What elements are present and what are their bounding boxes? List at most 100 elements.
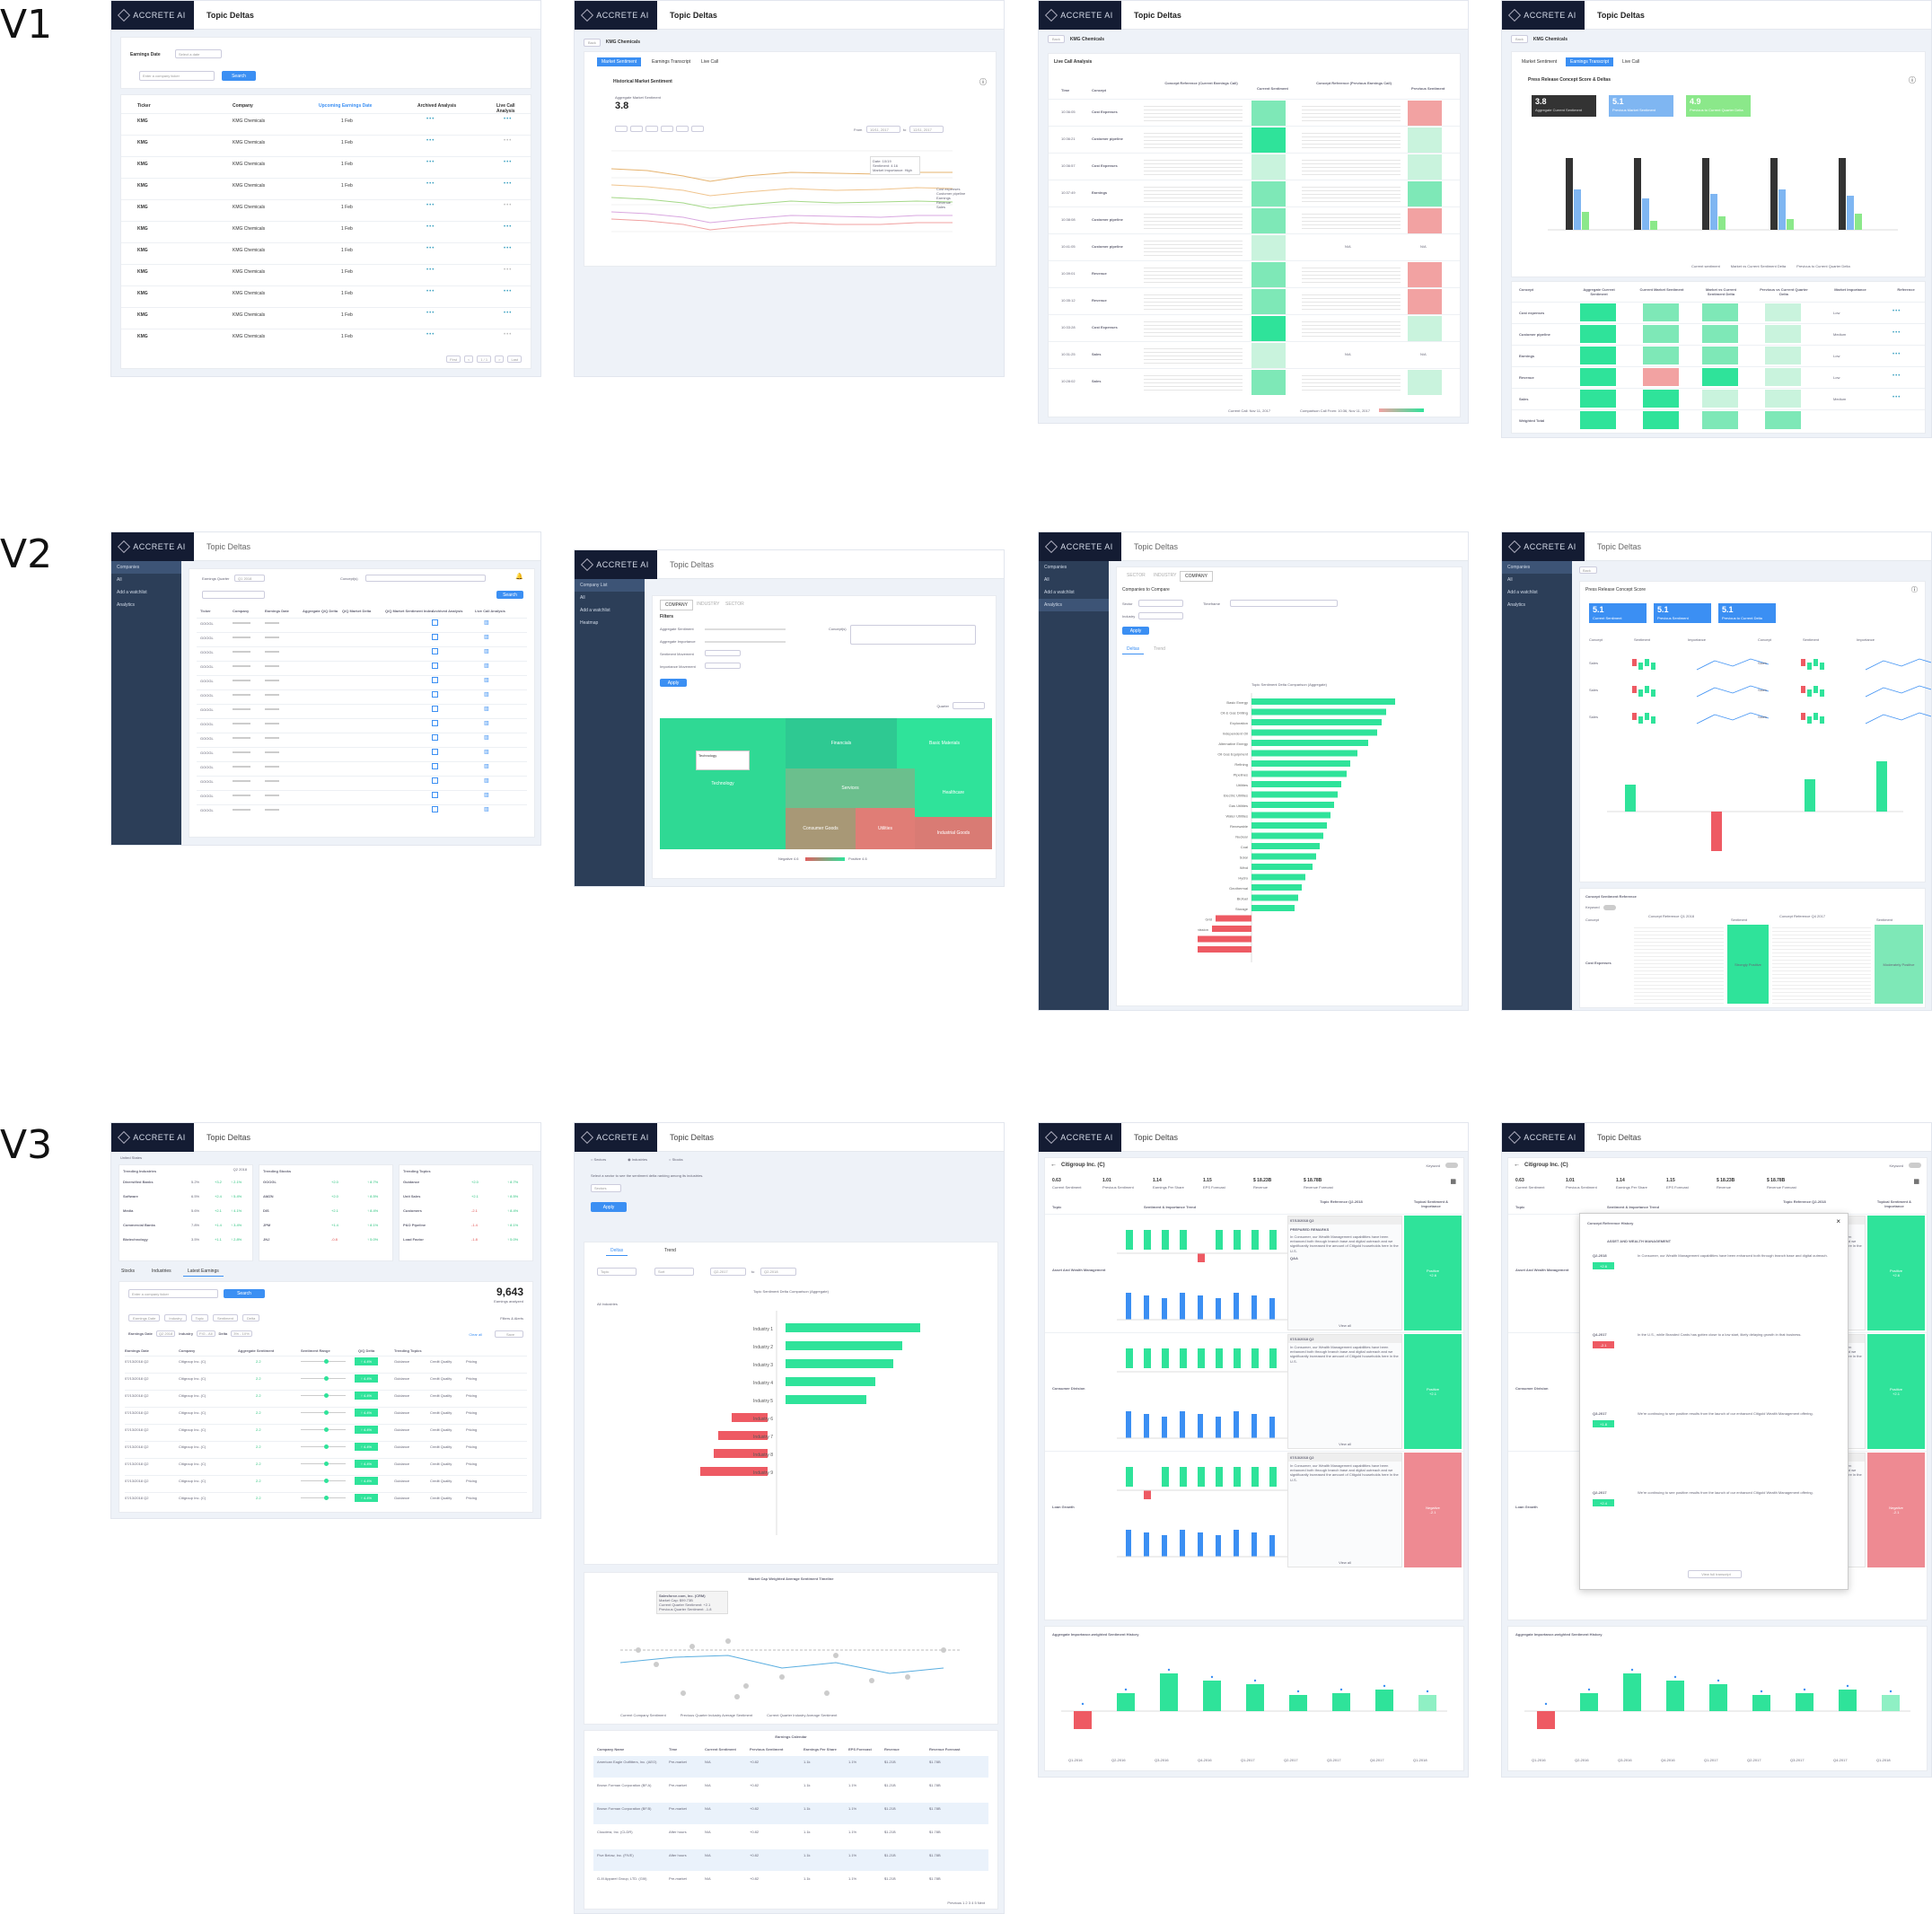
calendar-icon[interactable]: ▦: [1450, 1178, 1456, 1185]
search-button[interactable]: Search: [224, 1289, 265, 1298]
select-importance-movement[interactable]: [705, 663, 741, 669]
company-cell[interactable]: Citigroup Inc. (C): [179, 1496, 206, 1500]
trend-cell[interactable]: Customers: [403, 1208, 422, 1213]
sidebar-add-watchlist[interactable]: Add a watchlist: [1039, 586, 1109, 599]
archived-analysis-icon[interactable]: •••: [426, 203, 435, 208]
trend-cell[interactable]: Unit Sales: [403, 1194, 420, 1198]
ticker-cell[interactable]: GOOGL: [200, 722, 214, 726]
sector-select[interactable]: Sectors: [591, 1184, 621, 1192]
sidebar-companies[interactable]: Companies: [1502, 561, 1572, 574]
radio-industries[interactable]: ◉ Industries: [628, 1157, 647, 1162]
reference-icon[interactable]: •••: [1892, 373, 1901, 379]
tab-stocks[interactable]: Stocks: [117, 1267, 139, 1276]
trend-cell[interactable]: Load Factor: [403, 1237, 424, 1242]
ticker-cell[interactable]: KMG: [137, 183, 148, 189]
topic-tag[interactable]: Credit Quality: [430, 1496, 452, 1500]
chart-icon[interactable]: ▥: [484, 777, 489, 784]
archived-analysis-icon[interactable]: •••: [426, 117, 435, 122]
filter-dropdown[interactable]: Topic: [190, 1314, 208, 1321]
live-call-icon[interactable]: •••: [504, 246, 512, 251]
page-first[interactable]: First: [446, 356, 461, 363]
calendar-pager[interactable]: Previous 1 2 3 4 5 Next: [947, 1901, 985, 1905]
document-icon[interactable]: [432, 619, 438, 626]
tab-deltas[interactable]: Deltas: [1122, 645, 1145, 654]
company-cell[interactable]: Citigroup Inc. (C): [179, 1410, 206, 1415]
chart-icon[interactable]: ▥: [484, 691, 489, 698]
alert-icon[interactable]: 🔔: [515, 573, 523, 580]
tab-sector[interactable]: SECTOR: [721, 600, 749, 609]
tab-live-call[interactable]: Live Call: [697, 57, 723, 66]
slider-agg-sentiment[interactable]: [705, 628, 786, 630]
tab-industry[interactable]: INDUSTRY: [1149, 571, 1181, 580]
info-icon[interactable]: ⓘ: [1911, 585, 1918, 594]
archived-analysis-icon[interactable]: •••: [426, 246, 435, 251]
document-icon[interactable]: [432, 734, 438, 741]
ticker-cell[interactable]: GOOGL: [200, 693, 214, 698]
tab-earnings-transcript[interactable]: Earnings Transcript: [1566, 57, 1614, 66]
tile-financials[interactable]: Financials: [786, 718, 897, 768]
sidebar-all[interactable]: All: [1039, 574, 1109, 586]
back-arrow-icon[interactable]: ←: [1514, 1162, 1520, 1168]
quarter-label[interactable]: Q2 2018: [233, 1167, 247, 1172]
ticker-cell[interactable]: GOOGL: [200, 636, 214, 640]
trend-cell[interactable]: P&O Pipeline: [403, 1223, 426, 1227]
from-date[interactable]: 10/11, 2017: [866, 126, 900, 133]
reference-icon[interactable]: •••: [1892, 395, 1901, 400]
sidebar-analytics[interactable]: Analytics: [1502, 599, 1572, 611]
ticker-cell[interactable]: KMG: [137, 162, 148, 167]
keyword-toggle[interactable]: [1909, 1163, 1921, 1168]
chart-icon[interactable]: ▥: [484, 734, 489, 741]
document-icon[interactable]: [432, 663, 438, 669]
quarter-select[interactable]: Q1 2018: [234, 575, 265, 582]
topic-tag[interactable]: Credit Quality: [430, 1479, 452, 1483]
tile-basic-materials[interactable]: Basic Materials: [897, 718, 992, 768]
chart-icon[interactable]: ▥: [484, 806, 489, 812]
live-call-icon[interactable]: •••: [504, 138, 512, 144]
document-icon[interactable]: [432, 691, 438, 698]
from-quarter-select[interactable]: Q2-2017: [710, 1268, 746, 1276]
tab-trend[interactable]: Trend: [1149, 645, 1170, 654]
reference-icon[interactable]: •••: [1892, 352, 1901, 357]
tab-trend[interactable]: Trend: [660, 1246, 681, 1255]
company-cell[interactable]: Citigroup Inc. (C): [179, 1444, 206, 1449]
concept-input[interactable]: [365, 575, 486, 582]
chart-icon[interactable]: ▥: [484, 720, 489, 726]
archived-analysis-icon[interactable]: •••: [426, 160, 435, 165]
ticker-cell[interactable]: KMG: [137, 205, 148, 210]
topic-tag[interactable]: Credit Quality: [430, 1393, 452, 1398]
radio-sectors[interactable]: ○ Sectors: [591, 1157, 606, 1162]
sidebar-heatmap[interactable]: Heatmap: [575, 617, 645, 629]
topic-header[interactable]: Topic: [1052, 1205, 1061, 1209]
country-select[interactable]: United States: [120, 1155, 142, 1160]
ticker-cell[interactable]: KMG: [137, 140, 148, 145]
trend-cell[interactable]: JPM: [263, 1223, 270, 1227]
topic-tag[interactable]: Guidance: [394, 1427, 409, 1432]
sidebar-company-list[interactable]: Company List: [575, 579, 645, 592]
topic-name[interactable]: Consumer Division: [1515, 1386, 1569, 1391]
tile-utilities[interactable]: Utilities: [856, 808, 915, 849]
search-button[interactable]: Search: [496, 591, 523, 599]
close-icon[interactable]: ×: [1836, 1217, 1840, 1225]
company-name-cell[interactable]: Cloudera, Inc. (CLDR): [597, 1830, 665, 1834]
reference-icon[interactable]: •••: [1892, 330, 1901, 336]
tile-healthcare[interactable]: Healthcare: [915, 768, 992, 817]
page-next[interactable]: >: [495, 356, 505, 363]
sidebar-add-watchlist[interactable]: Add a watchlist: [1502, 586, 1572, 599]
sidebar-all[interactable]: All: [1502, 574, 1572, 586]
trend-cell[interactable]: Diversified Banks: [123, 1180, 154, 1184]
live-call-icon[interactable]: •••: [504, 181, 512, 187]
tab-latest-earnings[interactable]: Latest Earnings: [183, 1267, 224, 1277]
topic-name[interactable]: Loan Growth: [1052, 1505, 1106, 1509]
ticker-search-input[interactable]: Enter a company ticker: [128, 1289, 218, 1298]
quarter-select[interactable]: [953, 702, 985, 709]
company-name-cell[interactable]: Brown Forman Corporation (BF.B): [597, 1806, 665, 1811]
live-call-icon[interactable]: •••: [504, 117, 512, 122]
slider-agg-importance[interactable]: [705, 641, 786, 643]
topic-tag[interactable]: Credit Quality: [430, 1444, 452, 1449]
topic-tag[interactable]: Pricing: [466, 1410, 477, 1415]
topic-tag[interactable]: Guidance: [394, 1359, 409, 1364]
concepts-input[interactable]: [850, 625, 976, 645]
chip-delta[interactable]: 3% - 10%: [231, 1330, 252, 1337]
live-call-icon[interactable]: •••: [504, 289, 512, 294]
apply-button[interactable]: Apply: [660, 679, 687, 687]
